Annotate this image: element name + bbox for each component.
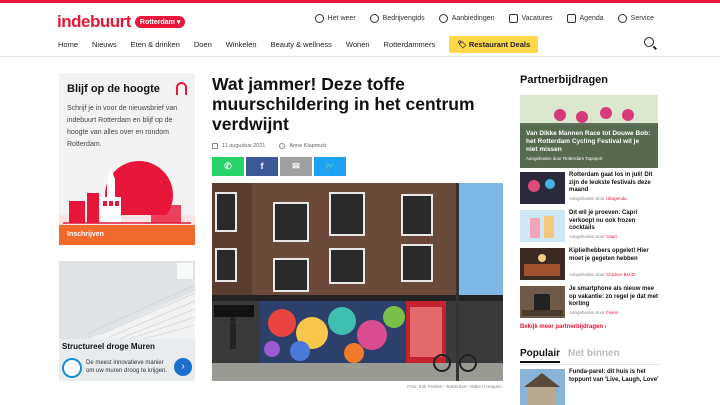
gear-icon: [617, 14, 627, 23]
briefcase-icon: [508, 14, 518, 23]
article-author[interactable]: Anne Klapmuts: [279, 143, 327, 149]
partner-heading: Partnerbijdragen: [520, 74, 609, 86]
rotterdam-skyline-illustration: [59, 161, 195, 233]
location-pin-icon: [369, 14, 379, 23]
util-aanbiedingen[interactable]: Aanbiedingen: [438, 14, 495, 23]
partner-item-title: Rotterdam gaat los in juli! Dit zijn de …: [569, 172, 653, 193]
partner-list: Rotterdam gaat los in juli! Dit zijn de …: [520, 172, 660, 324]
partner-thumb: [520, 248, 565, 280]
newsletter-title: Blijf op de hoogte: [67, 83, 160, 95]
partner-hero-card[interactable]: Van Dikke Mannen Race tot Douwe Bob: het…: [520, 95, 658, 168]
partner-item-title: Dit wil je proeven: Capri verkoopt nu oo…: [569, 210, 638, 231]
article-date: 11 augustus 2021: [212, 143, 265, 149]
util-service[interactable]: Service: [617, 14, 654, 23]
whatsapp-share-button[interactable]: ✆: [212, 157, 244, 176]
tab-popular[interactable]: Populair: [520, 348, 561, 363]
ad-title: Structureel droge Muren: [62, 342, 155, 351]
email-share-button[interactable]: ✉: [280, 157, 312, 176]
partner-hero-sponsor: Aangeboden door Rotterdam Topsport: [526, 156, 603, 161]
util-bedrijvengids[interactable]: Bedrijvengids: [369, 14, 425, 23]
partner-item-sponsor: Aangeboden door Fixers: [569, 310, 619, 315]
facebook-share-button[interactable]: f: [246, 157, 278, 176]
util-weather[interactable]: Het weer: [314, 14, 356, 23]
site-header: indebuurt Rotterdam ▾ Het weer Bedrijven…: [0, 3, 720, 57]
partner-thumb: [520, 172, 565, 204]
ad-text: De meest innovatieve manier om uw muren …: [86, 360, 168, 374]
subscribe-button[interactable]: Inschrijven: [59, 225, 195, 245]
partner-item-sponsor: Aangeboden door Chicken BLVD: [569, 272, 635, 277]
partner-thumb: [520, 210, 565, 242]
share-buttons: ✆ f ✉ 🐦: [212, 157, 346, 176]
popular-item[interactable]: Funda-parel: dit huis is het toppunt van…: [520, 369, 660, 405]
more-partner-link[interactable]: Bekijk meer partnerbijdragen ›: [520, 324, 607, 330]
partner-item[interactable]: Rotterdam gaat los in juli! Dit zijn de …: [520, 172, 660, 210]
facebook-icon: f: [260, 161, 264, 171]
newsletter-icon: [176, 82, 187, 95]
calendar-icon: [212, 143, 218, 149]
tabs-divider: [520, 364, 660, 365]
partner-item-sponsor: Aangeboden door Capri: [569, 234, 617, 239]
newsletter-text: Schrijf je in voor de nieuwsbrief van in…: [67, 105, 178, 148]
partner-item[interactable]: Dit wil je proeven: Capri verkoopt nu oo…: [520, 210, 660, 248]
twitter-icon: 🐦: [324, 161, 336, 171]
nav-rotterdammers[interactable]: Rotterdammers: [384, 40, 436, 49]
deals-icon: 🏷: [457, 40, 469, 49]
article-meta: 11 augustus 2021 Anne Klapmuts: [212, 143, 327, 149]
util-agenda[interactable]: Agenda: [566, 14, 604, 23]
calendar-icon: [566, 14, 576, 23]
mail-icon: ✉: [292, 161, 300, 171]
nav-home[interactable]: Home: [58, 40, 78, 49]
twitter-share-button[interactable]: 🐦: [314, 157, 346, 176]
article-title: Wat jammer! Deze toffe muurschildering i…: [212, 74, 475, 134]
site-logo[interactable]: indebuurt Rotterdam ▾: [57, 12, 186, 32]
popular-item-title: Funda-parel: dit huis is het toppunt van…: [569, 369, 659, 383]
main-nav: Home Nieuws Eten & drinken Doen Winkelen…: [58, 36, 539, 53]
partner-hero-title: Van Dikke Mannen Race tot Douwe Bob: het…: [526, 130, 651, 153]
whatsapp-icon: ✆: [224, 161, 232, 171]
popular-tabs: Populair Net binnen: [520, 348, 620, 363]
user-icon: [279, 143, 286, 149]
nav-doen[interactable]: Doen: [194, 40, 212, 49]
partner-thumb: [520, 286, 565, 318]
partner-item-sponsor: Aangeboden door Uitagenda: [569, 196, 627, 201]
article-photo: [212, 183, 503, 381]
ad-arrow-button[interactable]: ›: [174, 358, 192, 376]
util-vacatures[interactable]: Vacatures: [508, 14, 553, 23]
nav-beauty-wellness[interactable]: Beauty & wellness: [271, 40, 332, 49]
tab-new[interactable]: Net binnen: [568, 348, 620, 363]
partner-item-title: Je smartphone als nieuw mee op vakantie:…: [569, 286, 659, 307]
nav-nieuws[interactable]: Nieuws: [92, 40, 117, 49]
partner-item[interactable]: Je smartphone als nieuw mee op vakantie:…: [520, 286, 660, 324]
popular-thumb: [520, 369, 565, 405]
restaurant-deals-button[interactable]: 🏷 Restaurant Deals: [449, 36, 539, 53]
newsletter-box: Blijf op de hoogte Schrijf je in voor de…: [59, 73, 195, 245]
utility-nav: Het weer Bedrijvengids Aanbiedingen Vaca…: [314, 14, 654, 23]
search-icon[interactable]: [644, 37, 654, 47]
ad-brand-logo: [62, 358, 82, 378]
advertisement[interactable]: Structureel droge Muren De meest innovat…: [59, 261, 195, 381]
partner-item[interactable]: Kiplielhebbers opgelet! Hier moet je geg…: [520, 248, 660, 286]
logo-text: indebuurt: [57, 12, 131, 31]
weather-icon: [314, 14, 324, 23]
tag-icon: [438, 14, 448, 23]
photo-caption: Foto: Erik Fecken - Rotterdam: Make It H…: [407, 384, 503, 389]
nav-wonen[interactable]: Wonen: [346, 40, 370, 49]
city-selector[interactable]: Rotterdam ▾: [134, 16, 186, 28]
nav-eten-drinken[interactable]: Eten & drinken: [131, 40, 180, 49]
partner-item-title: Kiplielhebbers opgelet! Hier moet je geg…: [569, 248, 649, 262]
ad-wall-image: [59, 261, 195, 339]
nav-winkelen[interactable]: Winkelen: [226, 40, 257, 49]
